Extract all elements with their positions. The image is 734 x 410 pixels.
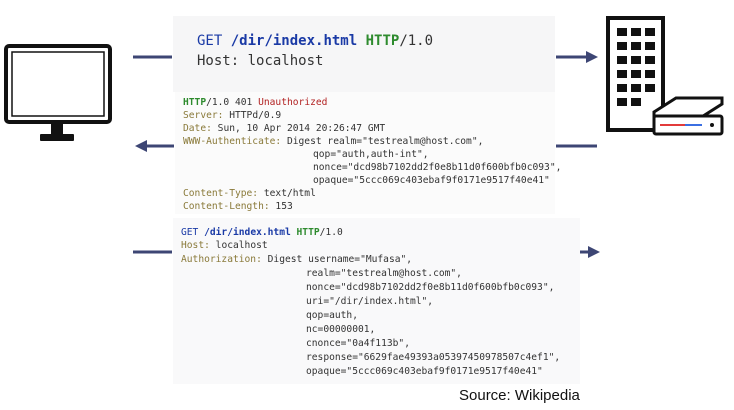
request-2-version: /1.0 <box>319 227 343 238</box>
request-1-host-value: localhost <box>247 53 324 69</box>
response-content-type-value: text/html <box>263 188 316 199</box>
response-content-length-line: Content-Length: 153 <box>183 201 293 212</box>
response-www-auth-label: WWW-Authenticate: <box>183 136 282 147</box>
request-2-host-label: Host: <box>181 240 210 251</box>
response-date-value: Sun, 10 Apr 2014 20:26:47 GMT <box>217 123 386 134</box>
request-2-auth-line: Authorization: Digest username="Mufasa", <box>181 254 412 265</box>
source-caption: Source: Wikipedia <box>459 387 580 404</box>
request-2-proto: HTTP <box>296 227 320 238</box>
request-2-auth-label: Authorization: <box>181 254 262 265</box>
request-1-proto: HTTP <box>365 33 400 49</box>
response-content-length-value: 153 <box>275 201 293 212</box>
request-2-auth-line-0: Digest username="Mufasa", <box>267 254 413 265</box>
request-1-host-line: Host: localhost <box>197 53 323 69</box>
response-content-type-label: Content-Type: <box>183 188 259 199</box>
response-www-auth-line: WWW-Authenticate: Digest realm="testreal… <box>183 136 483 147</box>
request-2-host-value: localhost <box>215 240 268 251</box>
response-proto: HTTP <box>183 97 207 108</box>
response-content-type-line: Content-Type: text/html <box>183 188 316 199</box>
request-2-auth-line-6: cnonce="0a4f113b", <box>306 338 410 349</box>
request-2-line: GET /dir/index.html HTTP/1.0 <box>181 227 343 238</box>
request-2-auth-line-8: opaque="5ccc069c403ebaf9f0171e9517f40e41… <box>306 366 543 377</box>
request-2-auth-line-4: qop=auth, <box>306 310 358 321</box>
response-status-line: HTTP/1.0 401 Unauthorized <box>183 97 327 108</box>
response-status: Unauthorized <box>258 97 328 108</box>
request-1-line: GET /dir/index.html HTTP/1.0 <box>197 33 433 49</box>
response-version: /1.0 401 <box>206 97 253 108</box>
response-date-line: Date: Sun, 10 Apr 2014 20:26:47 GMT <box>183 123 385 134</box>
client-computer-icon <box>4 44 112 141</box>
request-1-version: /1.0 <box>399 33 434 49</box>
response-www-auth-line-2: nonce="dcd98b7102dd2f0e8b11d0f600bfb0c09… <box>313 162 562 173</box>
request-1-panel: GET /dir/index.html HTTP/1.0 Host: local… <box>173 16 555 92</box>
request-1-host-label: Host: <box>197 53 240 69</box>
response-server-label: Server: <box>183 110 224 121</box>
request-2-panel: GET /dir/index.html HTTP/1.0 Host: local… <box>173 218 580 384</box>
request-2-auth-line-2: nonce="dcd98b7102dd2f0e8b11d0f600bfb0c09… <box>306 282 555 293</box>
request-2-auth-line-7: response="6629fae49393a05397450978507c4e… <box>306 352 561 363</box>
response-date-label: Date: <box>183 123 212 134</box>
request-2-method: GET <box>181 227 199 238</box>
response-www-auth-line-0: Digest realm="testrealm@host.com", <box>286 136 484 147</box>
response-panel: HTTP/1.0 401 Unauthorized Server: HTTPd/… <box>175 92 561 214</box>
request-2-auth-line-5: nc=00000001, <box>306 324 376 335</box>
request-1-path: /dir/index.html <box>230 33 358 49</box>
response-server-line: Server: HTTPd/0.9 <box>183 110 281 121</box>
request-2-host-line: Host: localhost <box>181 240 268 251</box>
request-2-auth-line-1: realm="testrealm@host.com", <box>306 268 462 279</box>
server-building-icon <box>606 16 724 136</box>
request-1-method: GET <box>197 33 223 49</box>
request-2-path: /dir/index.html <box>204 227 291 238</box>
response-www-auth-line-3: opaque="5ccc069c403ebaf9f0171e9517f40e41… <box>313 175 550 186</box>
response-server-value: HTTPd/0.9 <box>229 110 282 121</box>
response-www-auth-line-1: qop="auth,auth-int", <box>313 149 429 160</box>
request-2-auth-line-3: uri="/dir/index.html", <box>306 296 434 307</box>
response-content-length-label: Content-Length: <box>183 201 270 212</box>
